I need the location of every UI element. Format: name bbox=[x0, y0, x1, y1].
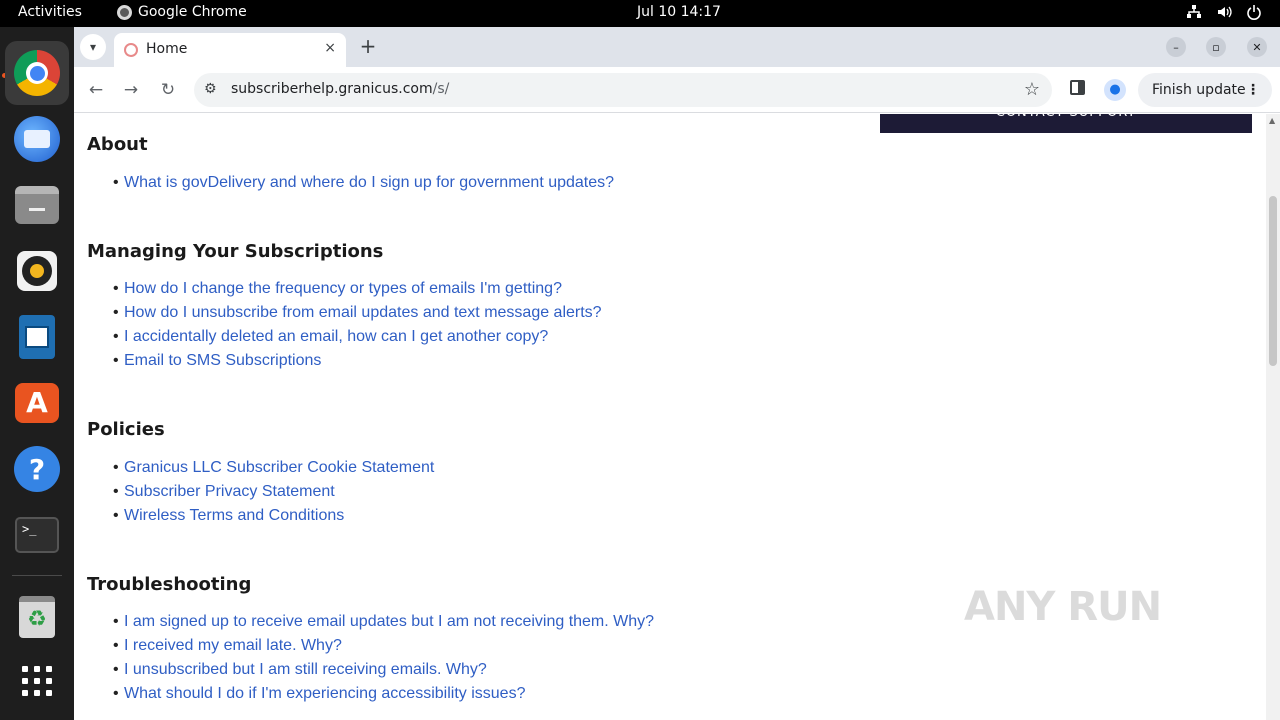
list-item: • What should I do if I'm experiencing ac… bbox=[113, 685, 526, 702]
dock-terminal[interactable]: >_ bbox=[5, 503, 69, 567]
section-heading: About bbox=[87, 134, 148, 155]
browser-toolbar: ← → ↻ ⚙ subscriberhelp.granicus.com/s/ ☆… bbox=[74, 67, 1280, 113]
url-text[interactable]: subscriberhelp.granicus.com/s/ bbox=[231, 81, 449, 97]
list-item: • I am signed up to receive email updates… bbox=[113, 613, 655, 630]
new-tab-button[interactable]: + bbox=[356, 35, 380, 59]
list-item: • How do I change the frequency or types … bbox=[113, 280, 562, 297]
volume-icon[interactable] bbox=[1216, 4, 1232, 24]
section-about: About • What is govDelivery and where do … bbox=[87, 134, 614, 191]
dock-thunderbird[interactable] bbox=[5, 107, 69, 171]
dock-app-center[interactable]: A bbox=[5, 371, 69, 435]
power-icon[interactable] bbox=[1246, 4, 1262, 24]
close-window-button[interactable]: ✕ bbox=[1247, 37, 1267, 57]
faq-link[interactable]: Email to SMS Subscriptions bbox=[124, 352, 321, 369]
maximize-button[interactable]: ▫ bbox=[1206, 37, 1226, 57]
faq-link[interactable]: How do I unsubscribe from email updates … bbox=[124, 304, 602, 321]
scroll-thumb[interactable] bbox=[1269, 196, 1277, 366]
contact-support-button[interactable]: CONTACT SUPPORT bbox=[880, 114, 1252, 133]
finish-update-label: Finish update bbox=[1152, 82, 1246, 98]
tab-home[interactable]: Home × bbox=[114, 33, 346, 67]
section-managing-subscriptions: Managing Your Subscriptions • How do I ch… bbox=[87, 241, 602, 369]
dock-files[interactable] bbox=[5, 173, 69, 237]
list-item: • How do I unsubscribe from email updates… bbox=[113, 304, 602, 321]
app-name: Google Chrome bbox=[138, 4, 247, 20]
files-icon bbox=[15, 186, 59, 224]
arrow-left-icon: ← bbox=[88, 80, 104, 100]
chevron-down-icon: ▾ bbox=[89, 40, 97, 54]
list-item: • Subscriber Privacy Statement bbox=[113, 483, 335, 500]
dock-rhythmbox[interactable] bbox=[5, 239, 69, 303]
network-icon[interactable] bbox=[1186, 4, 1202, 24]
profile-avatar-icon[interactable]: ● bbox=[1104, 79, 1126, 101]
url-path: /s/ bbox=[432, 81, 450, 97]
faq-link[interactable]: What is govDelivery and where do I sign … bbox=[124, 174, 614, 191]
url-host: subscriberhelp.granicus.com bbox=[231, 81, 433, 97]
site-info-icon[interactable]: ⚙ bbox=[204, 81, 217, 97]
list-item: • I unsubscribed but I am still receiving… bbox=[113, 661, 487, 678]
writer-icon bbox=[19, 315, 55, 359]
faq-link[interactable]: I unsubscribed but I am still receiving … bbox=[124, 661, 487, 678]
bookmark-star-icon[interactable]: ☆ bbox=[1024, 79, 1040, 100]
dock-separator bbox=[12, 575, 62, 576]
forward-button[interactable]: → bbox=[119, 78, 143, 102]
list-item: • Granicus LLC Subscriber Cookie Statemen… bbox=[113, 459, 435, 476]
address-bar[interactable]: ⚙ subscriberhelp.granicus.com/s/ ☆ bbox=[194, 73, 1052, 107]
faq-link[interactable]: Wireless Terms and Conditions bbox=[124, 507, 344, 524]
scroll-up-icon[interactable]: ▲ bbox=[1269, 116, 1275, 125]
finish-update-button[interactable]: Finish update ⋮ bbox=[1138, 73, 1272, 107]
rhythmbox-icon bbox=[17, 251, 57, 291]
tab-strip: ▾ Home × + – ▫ ✕ bbox=[74, 27, 1280, 67]
chrome-icon bbox=[14, 50, 60, 96]
app-grid-icon bbox=[22, 666, 52, 696]
reload-icon: ↻ bbox=[160, 80, 176, 100]
system-tray[interactable] bbox=[1186, 4, 1262, 24]
list-item: • I received my email late. Why? bbox=[113, 637, 342, 654]
section-policies: Policies • Granicus LLC Subscriber Cookie… bbox=[87, 419, 434, 524]
dock: A ? >_ ♻ bbox=[0, 27, 74, 720]
reload-button[interactable]: ↻ bbox=[156, 78, 180, 102]
list-item: • I accidentally deleted an email, how ca… bbox=[113, 328, 549, 345]
tab-search-button[interactable]: ▾ bbox=[80, 34, 106, 60]
faq-link[interactable]: How do I change the frequency or types o… bbox=[124, 280, 562, 297]
faq-link[interactable]: I accidentally deleted an email, how can… bbox=[124, 328, 548, 345]
chrome-small-icon bbox=[117, 4, 132, 20]
dock-app-grid[interactable] bbox=[5, 649, 69, 713]
faq-link[interactable]: I received my email late. Why? bbox=[124, 637, 342, 654]
help-icon: ? bbox=[14, 446, 60, 492]
faq-link[interactable]: Granicus LLC Subscriber Cookie Statement bbox=[124, 459, 434, 476]
tab-title: Home bbox=[146, 41, 188, 57]
system-top-bar: Activities Google Chrome Jul 10 14:17 bbox=[0, 0, 1280, 27]
dock-chrome[interactable] bbox=[5, 41, 69, 105]
thunderbird-icon bbox=[14, 116, 60, 162]
clock[interactable]: Jul 10 14:17 bbox=[637, 4, 721, 20]
tab-close-icon[interactable]: × bbox=[324, 40, 336, 56]
section-heading: Policies bbox=[87, 419, 165, 440]
section-heading: Managing Your Subscriptions bbox=[87, 241, 384, 262]
list-item: • Wireless Terms and Conditions bbox=[113, 507, 345, 524]
section-heading: Troubleshooting bbox=[87, 574, 252, 595]
trash-icon: ♻ bbox=[19, 596, 55, 638]
faq-link[interactable]: What should I do if I'm experiencing acc… bbox=[124, 685, 525, 702]
side-panel-icon[interactable] bbox=[1070, 80, 1085, 95]
dock-help[interactable]: ? bbox=[5, 437, 69, 501]
section-troubleshooting: Troubleshooting • I am signed up to recei… bbox=[87, 574, 654, 702]
page-scrollbar[interactable]: ▲ bbox=[1266, 114, 1280, 720]
page-favicon-icon bbox=[124, 43, 138, 57]
back-button[interactable]: ← bbox=[84, 78, 108, 102]
dock-writer[interactable] bbox=[5, 305, 69, 369]
terminal-icon: >_ bbox=[15, 517, 59, 553]
dock-trash[interactable]: ♻ bbox=[5, 585, 69, 649]
faq-link[interactable]: I am signed up to receive email updates … bbox=[124, 613, 654, 630]
anyrun-watermark: ANY RUN bbox=[964, 584, 1162, 630]
app-menu[interactable]: Google Chrome bbox=[117, 4, 247, 20]
more-vert-icon: ⋮ bbox=[1246, 82, 1260, 98]
list-item: • Email to SMS Subscriptions bbox=[113, 352, 322, 369]
list-item: • What is govDelivery and where do I sign… bbox=[113, 174, 615, 191]
arrow-right-icon: → bbox=[123, 80, 139, 100]
activities-button[interactable]: Activities bbox=[18, 4, 82, 20]
app-center-icon: A bbox=[15, 383, 59, 423]
minimize-button[interactable]: – bbox=[1166, 37, 1186, 57]
faq-link[interactable]: Subscriber Privacy Statement bbox=[124, 483, 335, 500]
